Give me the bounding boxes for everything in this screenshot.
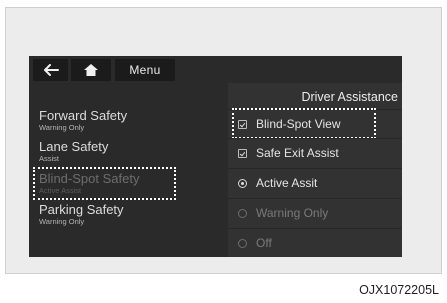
- highlight-box-blind-spot-safety: [33, 167, 176, 200]
- figure-frame: Menu Forward Safety Warning Only Lane Sa…: [5, 7, 442, 274]
- category-item-forward-safety[interactable]: Forward Safety Warning Only: [39, 108, 209, 133]
- figure-code: OJX1072205L: [359, 283, 439, 297]
- option-label: Active Assit: [256, 176, 318, 190]
- checkbox-checked-icon[interactable]: [238, 148, 247, 158]
- category-title: Forward Safety: [39, 108, 128, 123]
- category-list: Forward Safety Warning Only Lane Safety …: [29, 83, 222, 257]
- radio-unselected-icon[interactable]: [238, 238, 247, 248]
- option-label: Warning Only: [256, 206, 329, 220]
- menu-label: Menu: [129, 63, 161, 77]
- category-item-lane-safety[interactable]: Lane Safety Assist: [39, 139, 209, 164]
- back-button[interactable]: [33, 59, 68, 81]
- menu-button[interactable]: Menu: [115, 59, 175, 81]
- category-item-parking-safety[interactable]: Parking Safety Warning Only: [39, 202, 209, 227]
- category-title: Lane Safety: [39, 139, 109, 154]
- top-bar: Menu: [29, 56, 402, 83]
- option-label: Safe Exit Assist: [256, 146, 339, 160]
- category-title: Parking Safety: [39, 202, 124, 217]
- option-label: Off: [256, 236, 272, 250]
- panel-title: Driver Assistance: [301, 90, 398, 104]
- category-subtitle: Assist: [39, 154, 60, 163]
- option-active-assist[interactable]: Active Assit: [228, 168, 402, 197]
- home-button[interactable]: [71, 59, 111, 81]
- arrow-left-icon: [43, 64, 59, 76]
- settings-panel: Driver Assistance Blind-Spot View Safe E…: [228, 83, 402, 257]
- infotainment-screen: Menu Forward Safety Warning Only Lane Sa…: [29, 56, 402, 257]
- category-subtitle: Warning Only: [39, 217, 85, 226]
- option-safe-exit-assist[interactable]: Safe Exit Assist: [228, 138, 402, 167]
- option-warning-only[interactable]: Warning Only: [228, 198, 402, 227]
- category-subtitle: Warning Only: [39, 123, 85, 132]
- option-off[interactable]: Off: [228, 228, 402, 257]
- radio-unselected-icon[interactable]: [238, 208, 247, 218]
- home-icon: [84, 64, 98, 76]
- radio-selected-icon[interactable]: [238, 178, 247, 188]
- highlight-box-blind-spot-view: [232, 108, 376, 139]
